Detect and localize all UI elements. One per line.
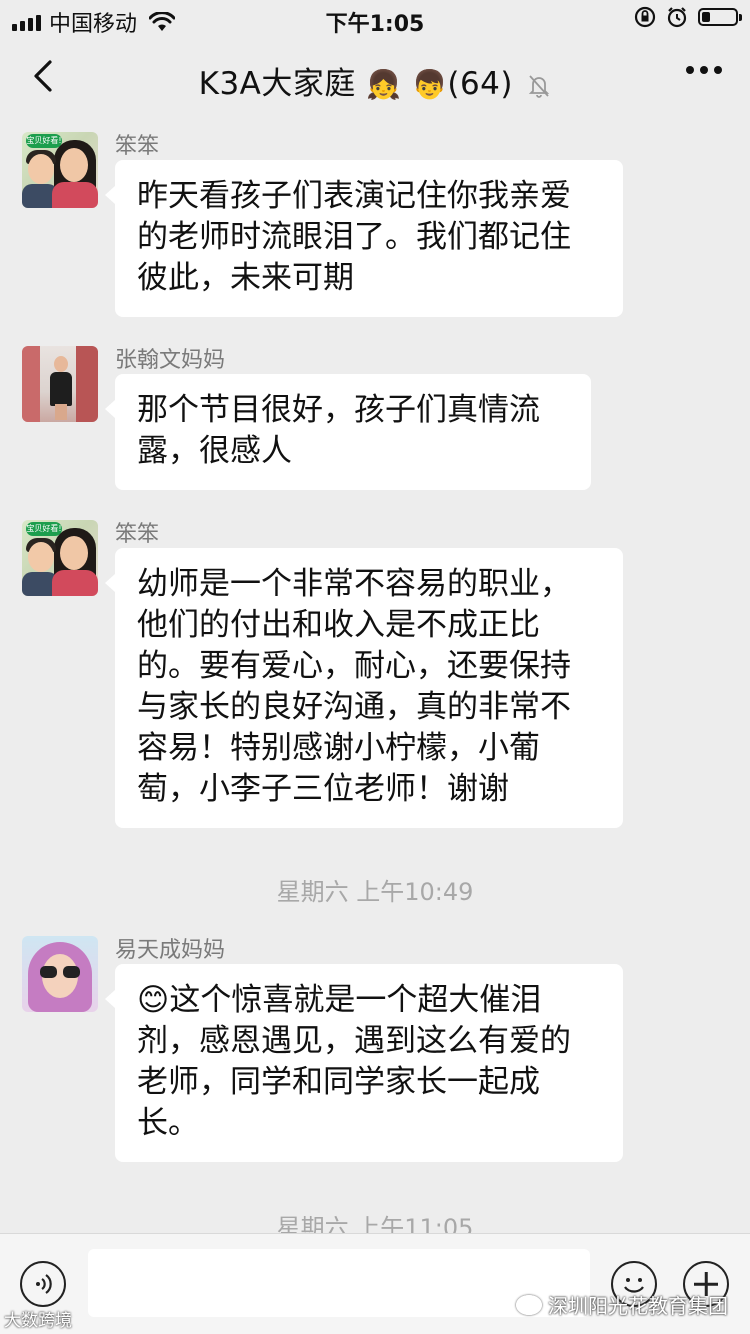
avatar-badge: 宝贝好看!	[26, 134, 62, 148]
smile-emoji: 😊	[137, 982, 170, 1018]
member-count: (64)	[447, 66, 513, 102]
message-bubble[interactable]: 😊这个惊喜就是一个超大催泪剂，感恩遇见，遇到这么有爱的老师，同学和同学家长一起成…	[105, 964, 623, 1162]
girl-emoji: 👧	[366, 68, 402, 101]
avatar[interactable]: 宝贝好看!	[22, 520, 98, 596]
avatar[interactable]: 宝贝好看!	[22, 132, 98, 208]
sender-name: 易天成妈妈	[115, 938, 226, 963]
message-bubble[interactable]: 昨天看孩子们表演记住你我亲爱的老师时流眼泪了。我们都记住彼此，未来可期	[105, 160, 623, 317]
rotation-lock-icon	[634, 6, 656, 28]
battery-icon	[698, 8, 742, 26]
alarm-icon	[667, 7, 687, 28]
avatar[interactable]	[22, 936, 98, 1012]
message-text: 这个惊喜就是一个超大催泪剂，感恩遇见，遇到这么有爱的老师，同学和同学家长一起成长…	[137, 982, 571, 1141]
dot-icon	[700, 66, 708, 74]
voice-input-button[interactable]	[20, 1261, 66, 1307]
avatar-badge: 宝贝好看!	[26, 522, 62, 536]
chat-header: K3A大家庭 👧 👦(64)	[0, 40, 750, 116]
message-bubble[interactable]: 幼师是一个非常不容易的职业，他们的付出和收入是不成正比的。要有爱心，耐心，还要保…	[105, 548, 623, 828]
message-input[interactable]	[88, 1249, 590, 1317]
watermark-left: 大数跨境	[4, 1311, 72, 1331]
sender-name: 笨笨	[115, 522, 160, 547]
dot-icon	[686, 66, 694, 74]
status-bar: 中国移动 下午1:05	[0, 0, 750, 40]
group-name: K3A大家庭	[198, 66, 356, 102]
timestamp: 星期六 上午10:49	[276, 878, 474, 906]
message-bubble[interactable]: 那个节目很好，孩子们真情流露，很感人	[105, 374, 591, 490]
dot-icon	[714, 66, 722, 74]
muted-bell-icon	[529, 74, 550, 98]
sender-name: 笨笨	[115, 134, 160, 159]
sender-name: 张翰文妈妈	[115, 348, 226, 373]
watermark-right: 深圳阳光花教育集团	[516, 1290, 728, 1319]
chat-title: K3A大家庭 👧 👦(64)	[0, 58, 750, 103]
avatar[interactable]	[22, 346, 98, 422]
more-options-button[interactable]	[686, 66, 722, 74]
wechat-logo-icon	[516, 1294, 542, 1315]
voice-icon	[36, 1274, 52, 1294]
boy-emoji: 👦	[411, 68, 448, 101]
